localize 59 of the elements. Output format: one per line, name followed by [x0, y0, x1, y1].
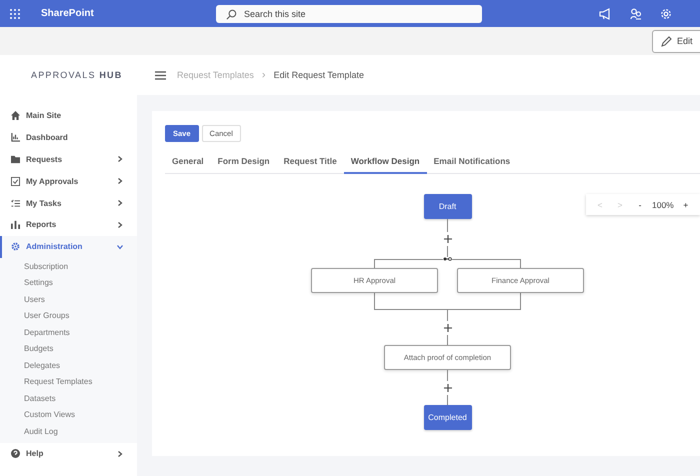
- sidebar-item[interactable]: Dashboard: [0, 126, 137, 149]
- tab[interactable]: Request Title: [276, 156, 344, 174]
- megaphone-icon[interactable]: [599, 8, 612, 20]
- check-icon: [11, 176, 20, 186]
- sidebar-subitem[interactable]: Departments: [0, 324, 137, 342]
- sidebar-subitem[interactable]: Subscription: [0, 258, 137, 276]
- sidebar-subitem[interactable]: Budgets: [0, 341, 137, 358]
- home-icon: [11, 111, 20, 120]
- zoom-in-button[interactable]: +: [676, 200, 696, 210]
- settings-icon[interactable]: [660, 8, 672, 20]
- sidebar-subitem[interactable]: Delegates: [0, 358, 137, 374]
- sidebar-item[interactable]: Help: [0, 443, 137, 465]
- sidebar-item[interactable]: Requests: [0, 148, 137, 170]
- sidebar-subitem[interactable]: Request Templates: [0, 374, 137, 391]
- search-icon: [226, 8, 237, 20]
- connector-line: [447, 394, 448, 405]
- sidebar-item[interactable]: Administration: [0, 236, 137, 258]
- split-icon: [443, 257, 452, 261]
- search-field[interactable]: Search this site: [216, 4, 482, 22]
- breadcrumb-separator: ›: [262, 69, 266, 81]
- sidebar-subitem[interactable]: Custom Views: [0, 407, 137, 424]
- sidebar-subitem[interactable]: Datasets: [0, 390, 137, 408]
- edit-button[interactable]: Edit: [652, 30, 700, 52]
- tab[interactable]: General: [165, 156, 211, 174]
- list-icon: [11, 198, 20, 208]
- sidebar-item[interactable]: Main Site: [0, 105, 137, 127]
- connector-line: [447, 219, 448, 232]
- folder-icon: [11, 154, 20, 164]
- sidebar-subitem[interactable]: Users: [0, 292, 137, 308]
- app-title: APPROVALS HUB: [30, 70, 124, 80]
- site-brand[interactable]: SharePoint: [41, 8, 216, 19]
- tab[interactable]: Form Design: [210, 156, 277, 174]
- plus-icon: [444, 235, 452, 243]
- sidebar-subitem[interactable]: User Groups: [0, 308, 137, 325]
- breadcrumb-item: Edit Request Template: [274, 70, 364, 80]
- plus-icon: [444, 324, 452, 332]
- sidebar-item[interactable]: Reports: [0, 214, 137, 236]
- bars-icon: [11, 220, 20, 230]
- sidebar-subitem[interactable]: Audit Log: [0, 424, 137, 440]
- people-icon[interactable]: [630, 8, 642, 20]
- plus-icon: [444, 384, 452, 392]
- status-node[interactable]: Draft: [424, 194, 472, 219]
- zoom-level: 100%: [652, 200, 674, 210]
- sidebar-item[interactable]: My Tasks: [0, 192, 137, 214]
- tab[interactable]: Workflow Design: [344, 156, 427, 174]
- connector-line: [447, 334, 448, 345]
- status-node[interactable]: Completed: [424, 405, 472, 430]
- sidebar-subitem[interactable]: Settings: [0, 275, 137, 292]
- connector-line: [447, 310, 448, 320]
- pencil-icon: [661, 36, 672, 46]
- app-launcher-icon[interactable]: [9, 8, 21, 20]
- menu-icon[interactable]: [155, 70, 166, 80]
- connector-line: [447, 370, 448, 380]
- help-icon: [11, 449, 20, 458]
- gear-icon: [11, 242, 20, 252]
- tab[interactable]: Email Notifications: [426, 156, 518, 174]
- zoom-out-button[interactable]: -: [630, 200, 650, 210]
- sidebar-item[interactable]: My Approvals: [0, 170, 137, 192]
- chart-icon: [11, 133, 20, 142]
